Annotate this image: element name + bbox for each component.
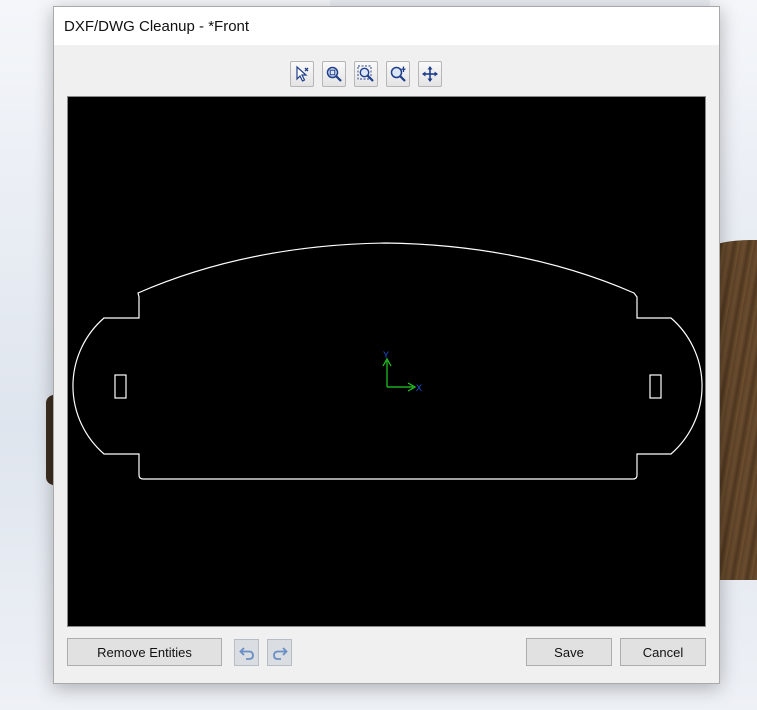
drawing-canvas[interactable]: Y X: [67, 96, 706, 627]
undo-icon: [238, 646, 254, 660]
drawing-geometry: Y X: [72, 242, 703, 480]
left-slot: [114, 374, 127, 399]
view-toolbar: [290, 61, 442, 89]
remove-entities-button[interactable]: Remove Entities: [67, 638, 222, 666]
zoom-to-area-icon: [357, 65, 374, 82]
redo-icon: [272, 646, 288, 660]
zoom-in-out-icon: [390, 66, 406, 82]
redo-button[interactable]: [267, 639, 292, 666]
zoom-to-area-button[interactable]: [354, 61, 378, 87]
zoom-in-out-button[interactable]: [386, 61, 410, 87]
cancel-button[interactable]: Cancel: [620, 638, 706, 666]
triad-x-label: X: [416, 383, 422, 393]
pan-icon: [422, 66, 438, 82]
right-slot: [649, 374, 662, 399]
select-button[interactable]: [290, 61, 314, 87]
undo-button[interactable]: [234, 639, 259, 666]
triad-y-label: Y: [383, 350, 389, 360]
zoom-to-fit-button[interactable]: [322, 61, 346, 87]
dialog-titlebar[interactable]: DXF/DWG Cleanup - *Front: [54, 7, 719, 45]
dxf-cleanup-dialog: DXF/DWG Cleanup - *Front Y X Remove Enti…: [53, 6, 720, 684]
pan-button[interactable]: [418, 61, 442, 87]
select-icon: [296, 65, 309, 82]
save-button[interactable]: Save: [526, 638, 612, 666]
axis-triad: Y X: [382, 350, 422, 393]
dialog-title: DXF/DWG Cleanup - *Front: [64, 18, 250, 35]
zoom-to-fit-icon: [326, 66, 342, 82]
